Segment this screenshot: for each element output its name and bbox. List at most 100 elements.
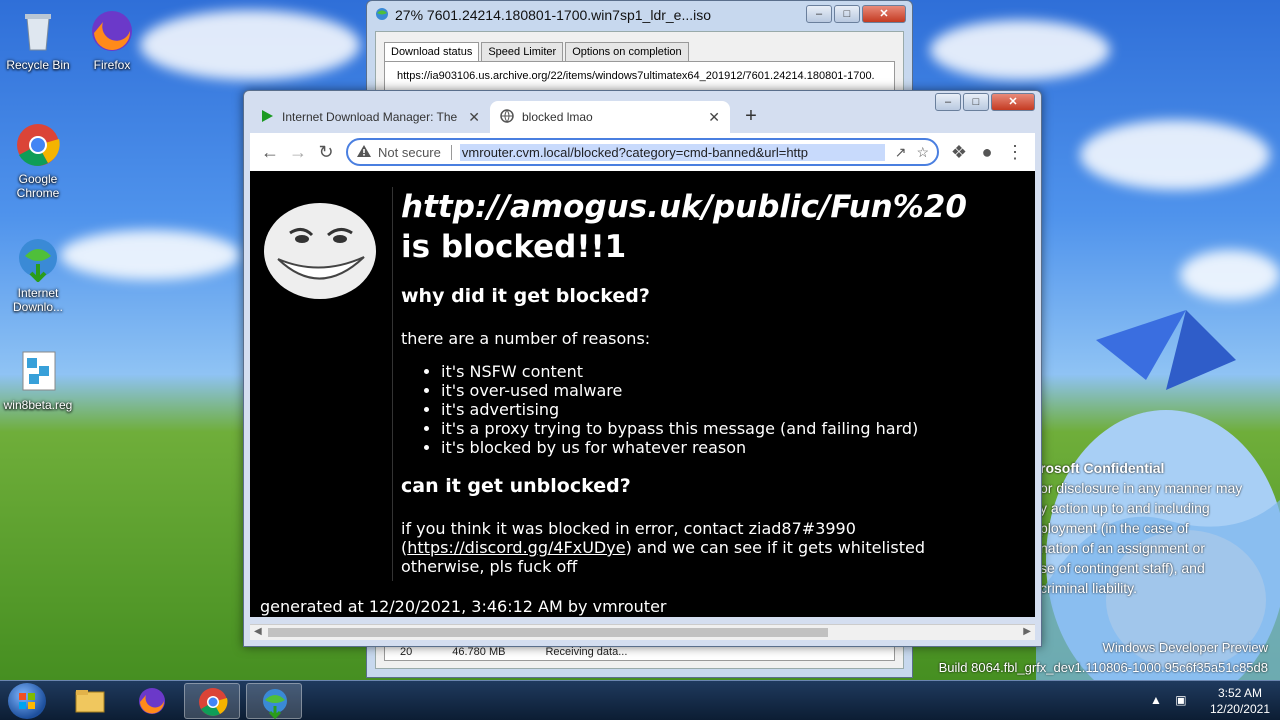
close-icon[interactable]: ✕ xyxy=(708,109,720,126)
clock-time: 3:52 AM xyxy=(1217,686,1262,700)
desktop-icon-chrome[interactable]: Google Chrome xyxy=(0,122,76,200)
back-arrow-icon[interactable]: ← xyxy=(256,138,284,166)
network-icon[interactable]: ▣ xyxy=(1175,693,1186,707)
new-tab-button[interactable]: + xyxy=(738,104,764,130)
tab-label: Internet Download Manager: The xyxy=(282,110,458,124)
firefox-icon xyxy=(139,688,165,714)
recycle-bin-icon xyxy=(15,8,61,54)
globe-icon xyxy=(500,108,514,126)
watermark-line: or disclosure in any manner may xyxy=(1040,480,1243,496)
reload-icon[interactable]: ↻ xyxy=(312,138,340,166)
desktop-icon-firefox[interactable]: Firefox xyxy=(74,8,150,72)
why-heading: why did it get blocked? xyxy=(401,285,650,307)
desktop-icon-label: Firefox xyxy=(93,58,131,72)
watermark-line: y action up to and including xyxy=(1040,500,1210,516)
idm-maximize-button[interactable]: □ xyxy=(834,5,860,23)
list-item: it's advertising xyxy=(441,400,1035,419)
chrome-icon xyxy=(199,688,228,716)
build-line: Build 8064.fbl_grfx_dev1.110806-1000.95c… xyxy=(938,660,1268,675)
reasons-intro: there are a number of reasons: xyxy=(401,329,651,348)
chrome-window[interactable]: – □ ✕ Internet Download Manager: The ✕ b… xyxy=(243,90,1042,647)
internet-download-manager-icon xyxy=(15,236,61,283)
chrome-icon xyxy=(15,122,61,168)
watermark-line: ployment (in the case of xyxy=(1040,520,1189,536)
internet-download-manager-icon xyxy=(263,689,287,720)
scroll-right-icon[interactable]: ▶ xyxy=(1023,626,1031,637)
unblock-heading: can it get unblocked? xyxy=(401,475,631,497)
watermark-title: rosoft Confidential xyxy=(1040,460,1165,476)
bookmark-star-icon[interactable]: ☆ xyxy=(916,144,929,161)
system-tray: ▲ ▣ xyxy=(1150,693,1187,707)
desktop-icon-label: Recycle Bin xyxy=(6,58,70,72)
tab-label: blocked lmao xyxy=(522,110,593,124)
tab-idm[interactable]: Internet Download Manager: The ✕ xyxy=(250,101,490,133)
scrollbar-thumb[interactable] xyxy=(268,628,828,637)
idm-row-count: 20 xyxy=(400,646,413,658)
close-icon[interactable]: ✕ xyxy=(468,109,480,126)
idm-tab-options[interactable]: Options on completion xyxy=(565,42,689,61)
clock-date: 12/20/2021 xyxy=(1209,702,1270,716)
desktop-icon-idm[interactable]: Internet Downlo... xyxy=(0,236,76,314)
forward-arrow-icon[interactable]: → xyxy=(284,138,312,166)
blocked-page: http://amogus.uk/public/Fun%20 is blocke… xyxy=(250,171,1035,617)
list-item: it's a proxy trying to bypass this messa… xyxy=(441,419,1035,438)
idm-globe-icon xyxy=(375,7,389,24)
taskbar-chrome-button[interactable] xyxy=(184,683,240,719)
whitelist-text: ) and we can see if it gets whitelisted xyxy=(625,538,925,557)
profile-avatar-icon[interactable]: ● xyxy=(973,138,1001,166)
list-item: it's over-used malware xyxy=(441,381,1035,400)
watermark-line: se of contingent staff), and xyxy=(1040,560,1205,576)
desktop-icon-label: Internet Downlo... xyxy=(12,286,64,314)
idm-url: https://ia903106.us.archive.org/22/items… xyxy=(397,70,875,82)
idm-minimize-button[interactable]: – xyxy=(806,5,832,23)
desktop-icon-label: Google Chrome xyxy=(16,172,60,200)
idm-tab-download-status[interactable]: Download status xyxy=(384,42,480,61)
folder-icon xyxy=(75,690,105,713)
idm-row-size: 46.780 MB xyxy=(452,646,506,658)
trollface-image xyxy=(264,203,376,299)
firefox-icon xyxy=(89,8,135,54)
idm-row-status: Receiving data... xyxy=(545,646,628,658)
warning-icon xyxy=(356,144,372,161)
blocked-suffix: is blocked!!1 xyxy=(401,229,627,265)
desktop-icon-label: win8beta.reg xyxy=(3,398,73,412)
list-item: it's NSFW content xyxy=(441,362,1035,381)
generated-footer: generated at 12/20/2021, 3:46:12 AM by v… xyxy=(260,597,667,616)
scroll-left-icon[interactable]: ◀ xyxy=(254,626,262,637)
idm-tab-speed-limiter[interactable]: Speed Limiter xyxy=(481,42,564,61)
otherwise-text: otherwise, pls fuck off xyxy=(401,557,578,576)
taskbar-idm-button[interactable] xyxy=(246,683,302,720)
contact-paragraph: if you think it was blocked in error, co… xyxy=(401,519,1035,576)
confidential-watermark: rosoft Confidential or disclosure in any… xyxy=(1040,458,1280,598)
blocked-heading: http://amogus.uk/public/Fun%20 is blocke… xyxy=(401,187,1035,267)
tab-blocked[interactable]: blocked lmao ✕ xyxy=(490,101,730,133)
taskbar-explorer-button[interactable] xyxy=(62,683,118,719)
extensions-puzzle-icon[interactable]: ❖ xyxy=(945,138,973,166)
contact-text: if you think it was blocked in error, co… xyxy=(401,519,856,538)
windows-logo-icon xyxy=(19,693,35,709)
idm-title: 27% 7601.24214.180801-1700.win7sp1_ldr_e… xyxy=(395,7,712,23)
taskbar-firefox-button[interactable] xyxy=(124,683,180,719)
idm-close-button[interactable]: ✕ xyxy=(862,5,906,23)
registry-file-icon xyxy=(15,348,61,394)
horizontal-scrollbar[interactable]: ◀ ▶ xyxy=(250,624,1035,640)
play-icon xyxy=(260,109,274,126)
security-indicator[interactable]: Not secure xyxy=(378,144,452,160)
watermark-line: criminal liability. xyxy=(1040,580,1137,596)
tray-expand-icon[interactable]: ▲ xyxy=(1150,693,1162,707)
list-item: it's blocked by us for whatever reason xyxy=(441,438,1035,457)
share-icon[interactable]: ↗ xyxy=(895,144,907,161)
menu-kebab-icon[interactable]: ⋮ xyxy=(1001,138,1029,166)
address-bar[interactable]: Not secure vmrouter.cvm.local/blocked?ca… xyxy=(346,138,939,166)
taskbar: ▲ ▣ 3:52 AM 12/20/2021 xyxy=(0,680,1280,720)
watermark-line: nation of an assignment or xyxy=(1040,540,1205,556)
blocked-url: http://amogus.uk/public/Fun%20 xyxy=(401,189,967,225)
desktop-icon-recycle-bin[interactable]: Recycle Bin xyxy=(0,8,76,72)
clock[interactable]: 3:52 AM 12/20/2021 xyxy=(1210,685,1270,717)
start-button[interactable] xyxy=(8,683,46,719)
desktop-icon-reg-file[interactable]: win8beta.reg xyxy=(0,348,76,412)
url-text[interactable]: vmrouter.cvm.local/blocked?category=cmd-… xyxy=(459,143,885,161)
discord-link[interactable]: https://discord.gg/4FxUDye xyxy=(407,538,625,557)
reasons-list: it's NSFW content it's over-used malware… xyxy=(401,362,1035,457)
idm-connection-row: 20 46.780 MB Receiving data... xyxy=(386,646,893,666)
